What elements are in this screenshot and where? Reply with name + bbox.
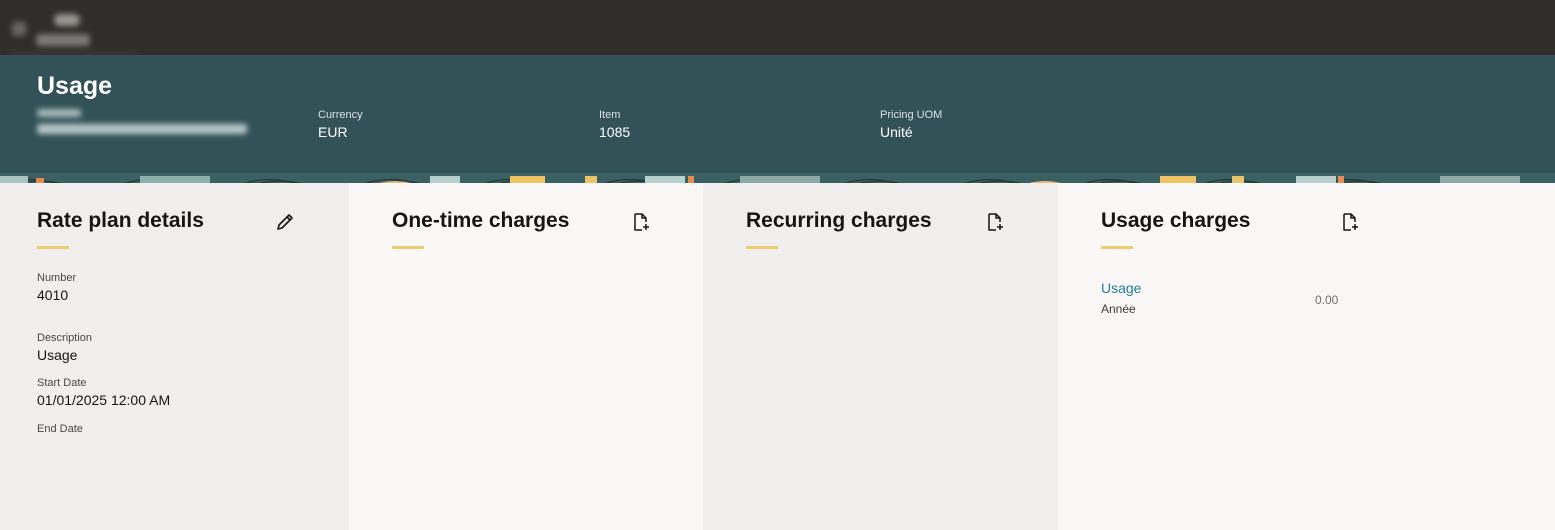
rate-plan-details-panel: Rate plan details Number 4010 Descriptio… [0,183,349,530]
pricing-uom-value: Unité [880,124,913,140]
number-value: 4010 [37,287,69,303]
one-time-charges-title: One-time charges [392,209,570,232]
currency-value: EUR [318,124,348,140]
page-title: Usage [37,72,113,100]
start-date-value: 01/01/2025 12:00 AM [37,392,171,408]
item-value: 1085 [599,124,631,140]
page-header: Usage Currency EUR Item 1085 Pricing UOM… [0,55,1555,173]
usage-charge-link[interactable]: Usage [1101,280,1141,296]
number-label: Number [37,272,77,284]
description-label: Description [37,332,93,344]
decorative-pattern-strip [0,173,1555,183]
recurring-charges-panel: Recurring charges [703,183,1058,530]
add-document-icon[interactable] [1339,211,1361,233]
title-accent [746,246,778,249]
title-accent [1101,246,1133,249]
pencil-icon[interactable] [274,211,296,233]
pricing-uom-label: Pricing UOM [880,109,943,121]
one-time-charges-panel: One-time charges [349,183,703,530]
usage-charges-title: Usage charges [1101,209,1251,232]
currency-field: Currency EUR [318,109,363,140]
rate-plan-details-title: Rate plan details [37,209,204,232]
end-date-label: End Date [37,423,83,435]
item-label: Item [599,109,621,121]
redacted-meta-field [37,109,247,134]
usage-charge-item: Usage Année 0.00 [1101,280,1361,320]
add-document-icon[interactable] [630,211,652,233]
pricing-uom-field: Pricing UOM Unité [880,109,942,140]
start-date-label: Start Date [37,377,87,389]
usage-charge-amount: 0.00 [1315,293,1339,307]
start-date-field: Start Date 01/01/2025 12:00 AM [37,377,170,408]
title-accent [392,246,424,249]
currency-label: Currency [318,109,363,121]
end-date-field: End Date [37,423,83,438]
title-accent [37,246,69,249]
number-field: Number 4010 [37,272,76,303]
top-bar [0,0,1555,56]
description-field: Description Usage [37,332,92,363]
description-value: Usage [37,347,78,363]
redacted-logo[interactable] [10,8,138,56]
recurring-charges-title: Recurring charges [746,209,932,232]
add-document-icon[interactable] [984,211,1006,233]
item-field: Item 1085 [599,109,630,140]
usage-charges-panel: Usage charges Usage Année 0.00 [1058,183,1555,530]
